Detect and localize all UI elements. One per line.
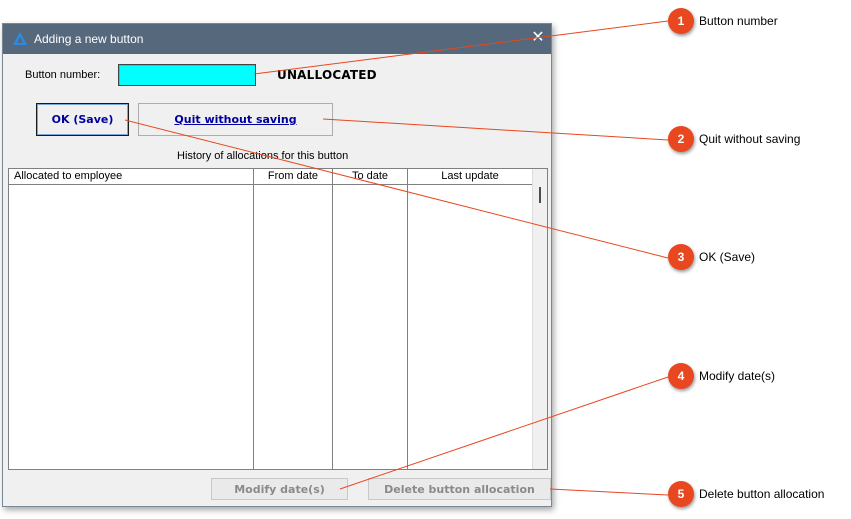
callout-label-2: Quit without saving [699, 132, 801, 146]
window-title: Adding a new button [34, 32, 144, 46]
modify-dates-button[interactable]: Modify date(s) [211, 478, 348, 500]
allocation-history-table[interactable]: Allocated to employee From date To date … [8, 168, 548, 470]
callout-badge-4: 4 [668, 363, 694, 389]
scrollbar-thumb[interactable] [539, 187, 541, 203]
callout-badge-3: 3 [668, 244, 694, 270]
column-divider [407, 184, 408, 469]
app-logo-icon [13, 32, 27, 45]
ok-save-button[interactable]: OK (Save) [36, 103, 129, 136]
column-header-from-date[interactable]: From date [254, 169, 333, 184]
column-header-to-date[interactable]: To date [333, 169, 408, 184]
vertical-scrollbar[interactable] [532, 169, 547, 469]
callout-badge-2: 2 [668, 126, 694, 152]
history-label: History of allocations for this button [177, 150, 349, 162]
column-divider [332, 184, 333, 469]
title-bar[interactable]: Adding a new button ✕ [3, 24, 551, 54]
button-number-field[interactable] [118, 64, 256, 86]
column-header-last-update[interactable]: Last update [408, 169, 532, 184]
delete-allocation-button[interactable]: Delete button allocation [368, 478, 551, 500]
column-divider [253, 184, 254, 469]
callout-label-1: Button number [699, 14, 778, 28]
allocation-status: UNALLOCATED [277, 68, 377, 82]
table-header: Allocated to employee From date To date … [9, 169, 532, 185]
dialog-window: Adding a new button ✕ Button number: UNA… [2, 23, 552, 507]
button-number-input[interactable] [119, 65, 255, 85]
quit-without-saving-button[interactable]: Quit without saving [138, 103, 333, 136]
close-icon[interactable]: ✕ [529, 29, 547, 47]
button-number-label: Button number: [25, 69, 101, 81]
callout-badge-5: 5 [668, 481, 694, 507]
callout-label-4: Modify date(s) [699, 369, 776, 383]
column-header-employee[interactable]: Allocated to employee [9, 169, 254, 184]
callout-label-5: Delete button allocation [699, 487, 825, 501]
callout-label-3: OK (Save) [699, 250, 756, 264]
callout-badge-1: 1 [668, 8, 694, 34]
